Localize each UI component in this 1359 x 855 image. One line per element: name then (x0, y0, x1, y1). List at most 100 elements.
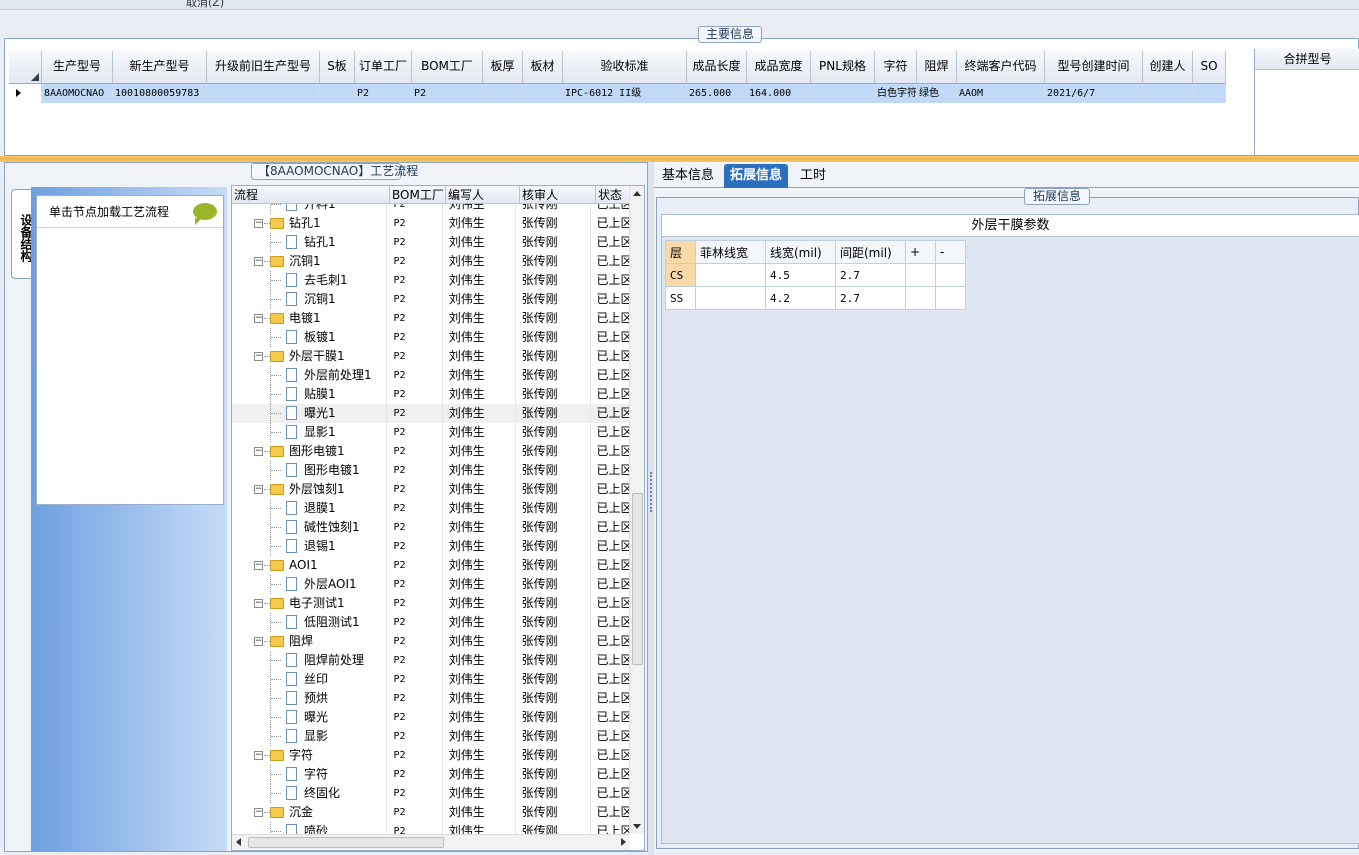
collapse-icon[interactable]: − (254, 352, 263, 361)
param-row[interactable]: CS 4.5 2.7 (665, 263, 966, 287)
tree-column-header[interactable]: BOM工厂 (390, 186, 446, 203)
grid-corner-icon[interactable] (9, 51, 42, 83)
tree-row[interactable]: − 图形电镀1 P2 刘伟生 张传刚 已上区 (232, 442, 630, 461)
tree-row[interactable]: 外层前处理1 P2 刘伟生 张传刚 已上区 (232, 366, 630, 385)
column-header[interactable]: 验收标准 (563, 51, 687, 83)
grid-cell[interactable]: 164.000 (747, 84, 811, 103)
tree-row[interactable]: 图形电镀1 P2 刘伟生 张传刚 已上区 (232, 461, 630, 480)
param-cell[interactable] (905, 263, 936, 287)
param-cell[interactable]: 4.5 (765, 263, 836, 287)
tree-horizontal-scrollbar[interactable] (232, 834, 630, 850)
grid-cell[interactable]: 白色字符 (875, 84, 917, 103)
param-cell[interactable] (695, 286, 766, 310)
tree-row[interactable]: 字符 P2 刘伟生 张传刚 已上区 (232, 765, 630, 784)
param-cell[interactable] (695, 263, 766, 287)
tree-row[interactable]: 外层AOI1 P2 刘伟生 张传刚 已上区 (232, 575, 630, 594)
tree-row[interactable]: 显影1 P2 刘伟生 张传刚 已上区 (232, 423, 630, 442)
column-header[interactable]: 创建人 (1143, 51, 1193, 83)
scroll-up-icon[interactable] (633, 191, 641, 196)
tree-row[interactable]: 曝光 P2 刘伟生 张传刚 已上区 (232, 708, 630, 727)
tree-row[interactable]: − AOI1 P2 刘伟生 张传刚 已上区 (232, 556, 630, 575)
tab-basic-info[interactable]: 基本信息 (656, 164, 720, 188)
column-header[interactable]: 终端客户代码 (957, 51, 1045, 83)
tree-row[interactable]: 显影 P2 刘伟生 张传刚 已上区 (232, 727, 630, 746)
grid-cell[interactable]: 265.000 (687, 84, 747, 103)
column-header[interactable]: 成品宽度 (747, 51, 811, 83)
grid-cell[interactable]: 2021/6/7 (1045, 84, 1143, 103)
tree-row[interactable]: 喷砂 P2 刘伟生 张传刚 已上区 (232, 822, 630, 834)
tree-row[interactable]: 钻孔1 P2 刘伟生 张传刚 已上区 (232, 233, 630, 252)
cancel-button[interactable]: 取消(Z) (186, 0, 224, 10)
grid-cell[interactable] (320, 84, 355, 103)
collapse-icon[interactable]: − (254, 485, 263, 494)
column-header[interactable]: SO (1193, 51, 1226, 83)
tree-row[interactable]: − 电子测试1 P2 刘伟生 张传刚 已上区 (232, 594, 630, 613)
grid-cell[interactable]: IPC-6012 II级 (563, 84, 687, 103)
collapse-icon[interactable]: − (254, 599, 263, 608)
column-header[interactable]: 字符 (875, 51, 917, 83)
tree-row[interactable]: − 外层干膜1 P2 刘伟生 张传刚 已上区 (232, 347, 630, 366)
column-header[interactable]: 成品长度 (687, 51, 747, 83)
scroll-down-icon[interactable] (633, 824, 641, 829)
collapse-icon[interactable]: − (254, 257, 263, 266)
grid-cell[interactable]: 绿色 (917, 84, 957, 103)
collapse-icon[interactable]: − (254, 561, 263, 570)
tree-vertical-scroll-thumb[interactable] (632, 493, 643, 665)
tree-column-header[interactable]: 编写人 (446, 186, 520, 203)
column-header[interactable]: 板厚 (483, 51, 523, 83)
tree-row[interactable]: 退膜1 P2 刘伟生 张传刚 已上区 (232, 499, 630, 518)
tree-row[interactable]: − 电镀1 P2 刘伟生 张传刚 已上区 (232, 309, 630, 328)
tree-row[interactable]: 丝印 P2 刘伟生 张传刚 已上区 (232, 670, 630, 689)
column-header[interactable]: 型号创建时间 (1045, 51, 1143, 83)
param-cell[interactable]: SS (665, 286, 696, 310)
grid-cell[interactable] (1193, 84, 1226, 103)
param-cell[interactable] (935, 263, 966, 287)
column-header[interactable]: S板 (320, 51, 355, 83)
load-process-hint[interactable]: 单击节点加载工艺流程 (37, 196, 223, 228)
tree-row[interactable]: 终固化 P2 刘伟生 张传刚 已上区 (232, 784, 630, 803)
tree-row[interactable]: 沉铜1 P2 刘伟生 张传刚 已上区 (232, 290, 630, 309)
grid-cell[interactable]: P2 (412, 84, 483, 103)
collapse-icon[interactable]: − (254, 751, 263, 760)
param-cell[interactable]: 2.7 (835, 286, 906, 310)
grid-cell[interactable] (207, 84, 320, 103)
tree-row[interactable]: 曝光1 P2 刘伟生 张传刚 已上区 (232, 404, 630, 423)
collapse-icon[interactable]: − (254, 637, 263, 646)
tree-row[interactable]: − 钻孔1 P2 刘伟生 张传刚 已上区 (232, 214, 630, 233)
column-header[interactable]: 新生产型号 (113, 51, 207, 83)
collapse-icon[interactable]: − (254, 314, 263, 323)
tree-row[interactable]: 去毛刺1 P2 刘伟生 张传刚 已上区 (232, 271, 630, 290)
collapse-icon[interactable]: − (254, 808, 263, 817)
tree-vertical-scrollbar[interactable] (629, 186, 644, 834)
scroll-right-icon[interactable] (621, 838, 626, 846)
param-cell[interactable] (905, 286, 936, 310)
column-header[interactable]: 阻焊 (917, 51, 957, 83)
grid-cell[interactable]: 8AAOMOCNAO (42, 84, 113, 103)
param-column-header[interactable]: + (905, 240, 936, 264)
tree-row[interactable]: − 沉金 P2 刘伟生 张传刚 已上区 (232, 803, 630, 822)
tree-row[interactable]: − 阻焊 P2 刘伟生 张传刚 已上区 (232, 632, 630, 651)
grid-cell[interactable] (1143, 84, 1193, 103)
tree-row[interactable]: − 外层蚀刻1 P2 刘伟生 张传刚 已上区 (232, 480, 630, 499)
tree-row[interactable]: 板镀1 P2 刘伟生 张传刚 已上区 (232, 328, 630, 347)
grid-cell[interactable]: 10010800059783 (113, 84, 207, 103)
main-grid-row[interactable]: 8AAOMOCNAO 10010800059783 P2 P2 IPC-6012 II级… (9, 84, 1226, 103)
param-cell[interactable] (935, 286, 966, 310)
column-header[interactable]: PNL规格 (811, 51, 875, 83)
tab-work-hours[interactable]: 工时 (794, 164, 832, 188)
grid-cell[interactable]: AAOM (957, 84, 1045, 103)
collapse-icon[interactable]: − (254, 219, 263, 228)
collapse-icon[interactable]: − (254, 447, 263, 456)
tree-row[interactable]: − 沉铜1 P2 刘伟生 张传刚 已上区 (232, 252, 630, 271)
tree-row[interactable]: 贴膜1 P2 刘伟生 张传刚 已上区 (232, 385, 630, 404)
tree-row[interactable]: 低阻测试1 P2 刘伟生 张传刚 已上区 (232, 613, 630, 632)
param-cell[interactable]: 2.7 (835, 263, 906, 287)
tree-horizontal-scroll-thumb[interactable] (248, 837, 444, 848)
grid-cell[interactable] (483, 84, 523, 103)
tree-column-header[interactable]: 核审人 (520, 186, 596, 203)
grid-cell[interactable] (523, 84, 563, 103)
grid-cell[interactable] (811, 84, 875, 103)
tree-row[interactable]: − 字符 P2 刘伟生 张传刚 已上区 (232, 746, 630, 765)
tree-row[interactable]: 退锡1 P2 刘伟生 张传刚 已上区 (232, 537, 630, 556)
param-column-header[interactable]: - (935, 240, 966, 264)
